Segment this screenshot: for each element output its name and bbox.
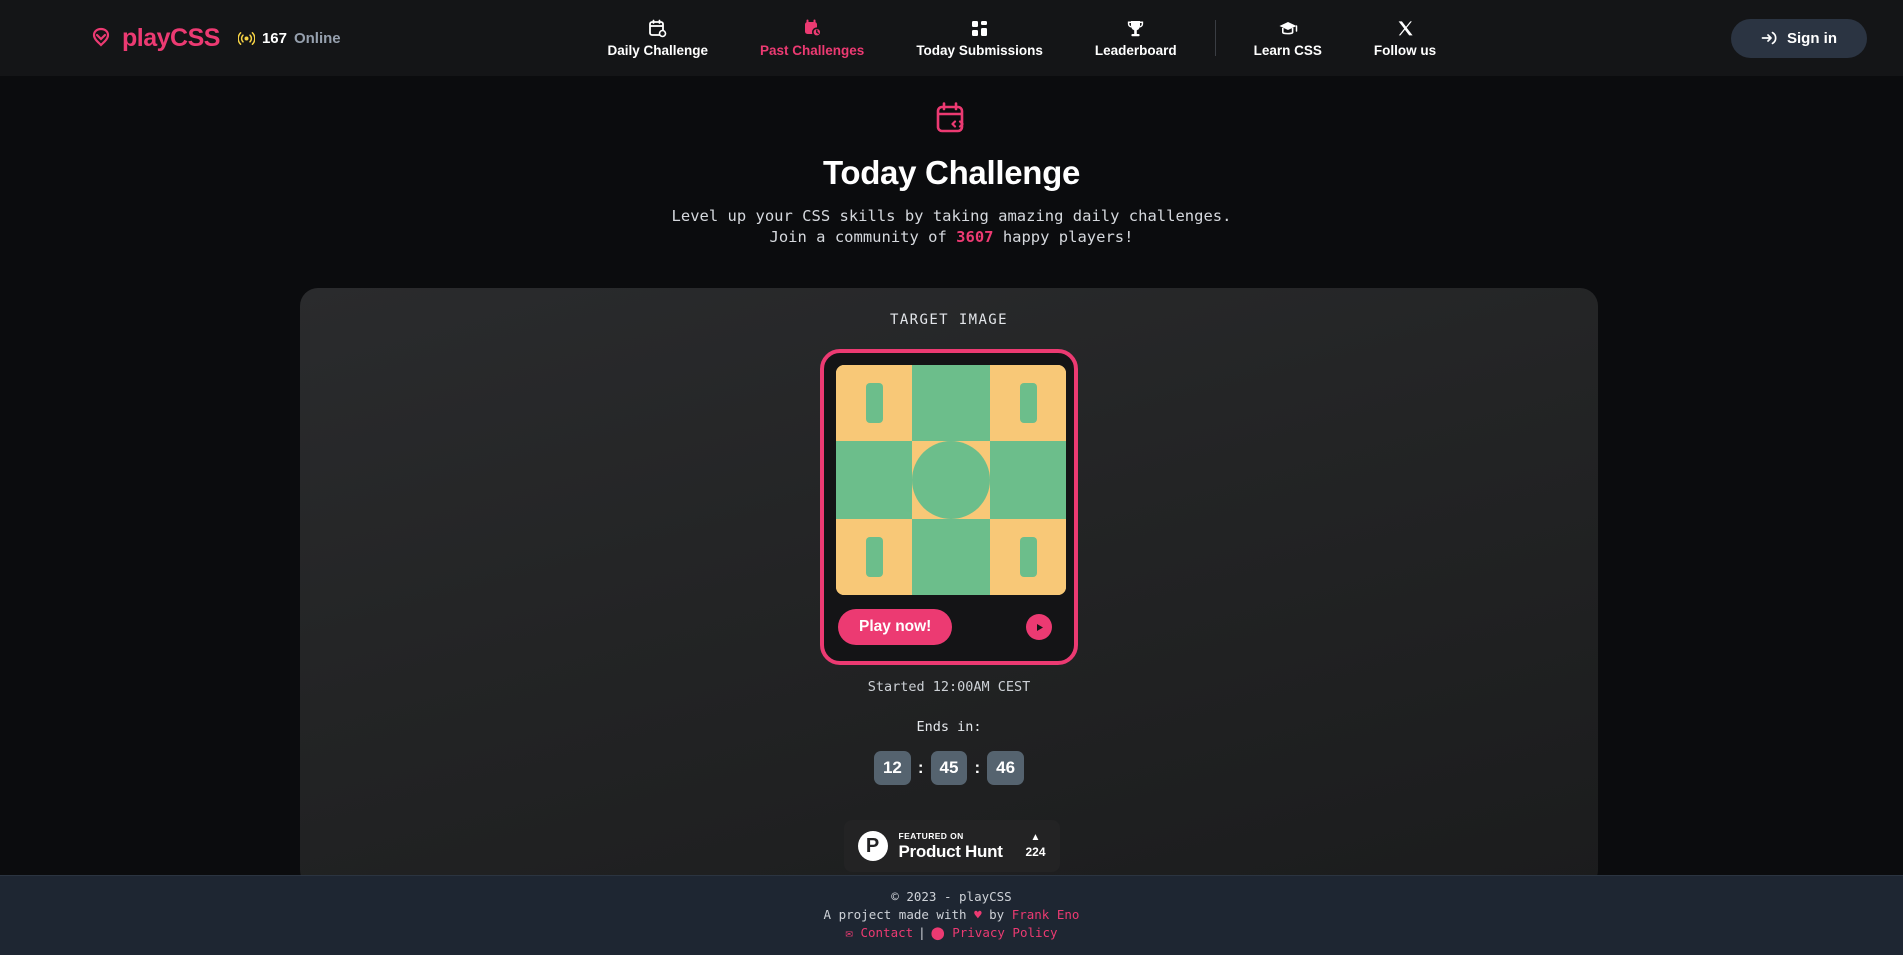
calendar-gear-icon <box>648 19 667 38</box>
heart-icon: ♥ <box>974 907 982 922</box>
nav-item-daily-challenge[interactable]: Daily Challenge <box>581 15 734 62</box>
login-arrow-icon <box>1761 30 1777 46</box>
nav-label-daily-challenge: Daily Challenge <box>607 42 709 58</box>
product-hunt-logo-icon: P <box>857 831 888 861</box>
play-now-button[interactable]: Play now! <box>838 609 953 645</box>
footer-contact-link[interactable]: ✉ Contact <box>845 925 913 940</box>
countdown-hours: 12 <box>873 751 911 785</box>
play-triangle-icon <box>1034 622 1045 633</box>
target-shape-pill <box>1019 383 1037 423</box>
nav-label-follow-us: Follow us <box>1373 42 1437 58</box>
x-twitter-icon <box>1397 19 1414 38</box>
online-count: 167 <box>261 29 287 47</box>
target-shape-pill <box>865 383 883 423</box>
brand-logo[interactable]: playCSS <box>90 24 220 53</box>
broadcast-icon <box>237 31 255 46</box>
challenge-started-time: Started 12:00AM CEST <box>867 679 1031 695</box>
footer-privacy-link[interactable]: ⬤ Privacy Policy <box>931 925 1058 940</box>
target-cell <box>836 441 912 519</box>
brand-name: playCSS <box>122 23 220 52</box>
target-image-preview <box>836 365 1066 595</box>
page-title: Today Challenge <box>822 154 1081 191</box>
product-hunt-texts: FEATURED ON Product Hunt <box>899 832 1003 861</box>
hero-subtitle-prefix: Join a community of <box>769 228 957 246</box>
play-preview-button[interactable] <box>1026 614 1052 640</box>
nav-label-learn-css: Learn CSS <box>1253 42 1322 58</box>
page-footer: © 2023 - playCSS A project made with ♥ b… <box>0 875 1903 955</box>
target-cell <box>836 365 912 441</box>
target-cell <box>990 441 1066 519</box>
envelope-icon: ✉ <box>845 925 853 940</box>
heart-logo-icon <box>90 26 112 50</box>
sign-in-label: Sign in <box>1787 29 1837 47</box>
footer-copyright: © 2023 - playCSS <box>891 889 1012 904</box>
nav-item-past-challenges[interactable]: Past Challenges <box>734 15 890 62</box>
target-cell <box>990 519 1066 595</box>
graduation-cap-icon <box>1278 19 1298 38</box>
sign-in-button[interactable]: Sign in <box>1731 18 1867 58</box>
footer-author-link[interactable]: Frank Eno <box>1012 907 1080 922</box>
nav-divider <box>1214 20 1216 56</box>
nav-item-learn-css[interactable]: Learn CSS <box>1228 15 1348 62</box>
hero-section: Today Challenge Level up your CSS skills… <box>0 76 1903 248</box>
countdown-timer: 12 : 45 : 46 <box>300 751 1598 785</box>
nav-links: Daily Challenge Past Challenges Today Su… <box>341 15 1703 62</box>
countdown-separator: : <box>917 758 924 777</box>
target-image-frame: Play now! <box>820 349 1078 665</box>
upvote-arrow-icon: ▲ <box>1030 832 1041 843</box>
hero-subtitle: Level up your CSS skills by taking amazi… <box>0 206 1903 248</box>
target-shape-circle <box>912 441 990 519</box>
footer-links: ✉ Contact | ⬤ Privacy Policy <box>0 925 1903 941</box>
nav-item-today-submissions[interactable]: Today Submissions <box>890 15 1069 62</box>
footer-credit: A project made with ♥ by Frank Eno <box>0 907 1903 923</box>
countdown-seconds: 46 <box>987 751 1025 785</box>
nav-label-leaderboard: Leaderboard <box>1094 42 1177 58</box>
product-hunt-votes: ▲ 224 <box>1025 832 1046 860</box>
target-cell <box>836 519 912 595</box>
target-cell <box>912 519 990 595</box>
countdown-minutes: 45 <box>930 751 968 785</box>
target-shape-pill <box>1019 537 1037 577</box>
nav-item-follow-us[interactable]: Follow us <box>1348 15 1462 62</box>
target-shape-pill <box>865 537 883 577</box>
target-image-label: TARGET IMAGE <box>890 312 1008 328</box>
footer-credit-mid: by <box>981 907 1012 922</box>
top-navbar: playCSS 167 Online Daily Challenge Past … <box>0 0 1903 76</box>
nav-item-leaderboard[interactable]: Leaderboard <box>1069 15 1203 62</box>
footer-privacy-label: Privacy Policy <box>952 925 1058 940</box>
calendar-code-icon <box>0 100 1903 140</box>
trophy-icon <box>1126 19 1145 38</box>
target-cell <box>912 441 990 519</box>
product-hunt-vote-count: 224 <box>1025 845 1046 859</box>
product-hunt-badge[interactable]: P FEATURED ON Product Hunt ▲ 224 <box>843 820 1060 872</box>
hero-subtitle-line2: Join a community of 3607 happy players! <box>0 227 1903 248</box>
product-hunt-featured-label: FEATURED ON <box>898 830 964 841</box>
online-status: 167 Online <box>237 29 341 47</box>
countdown-separator: : <box>974 758 981 777</box>
brand-group: playCSS 167 Online <box>90 24 341 53</box>
challenge-card: TARGET IMAGE Play now! Started 12:00AM C… <box>300 288 1598 888</box>
target-actions: Play now! <box>836 595 1062 661</box>
hero-subtitle-suffix: happy players! <box>993 228 1134 246</box>
nav-label-today-submissions: Today Submissions <box>916 42 1043 58</box>
player-count: 3607 <box>956 228 994 246</box>
footer-link-divider: | <box>918 925 926 940</box>
footer-contact-label: Contact <box>860 925 914 940</box>
target-cell <box>912 365 990 441</box>
grid-blocks-icon <box>970 19 989 38</box>
target-cell <box>990 365 1066 441</box>
challenge-ends-label: Ends in: <box>916 719 982 735</box>
footer-credit-prefix: A project made with <box>823 907 975 922</box>
product-hunt-name: Product Hunt <box>898 842 1003 862</box>
hero-subtitle-line1: Level up your CSS skills by taking amazi… <box>671 207 1232 225</box>
shield-icon: ⬤ <box>930 925 945 940</box>
nav-label-past-challenges: Past Challenges <box>760 42 865 58</box>
online-label: Online <box>293 29 341 47</box>
calendar-clock-icon <box>803 19 822 38</box>
